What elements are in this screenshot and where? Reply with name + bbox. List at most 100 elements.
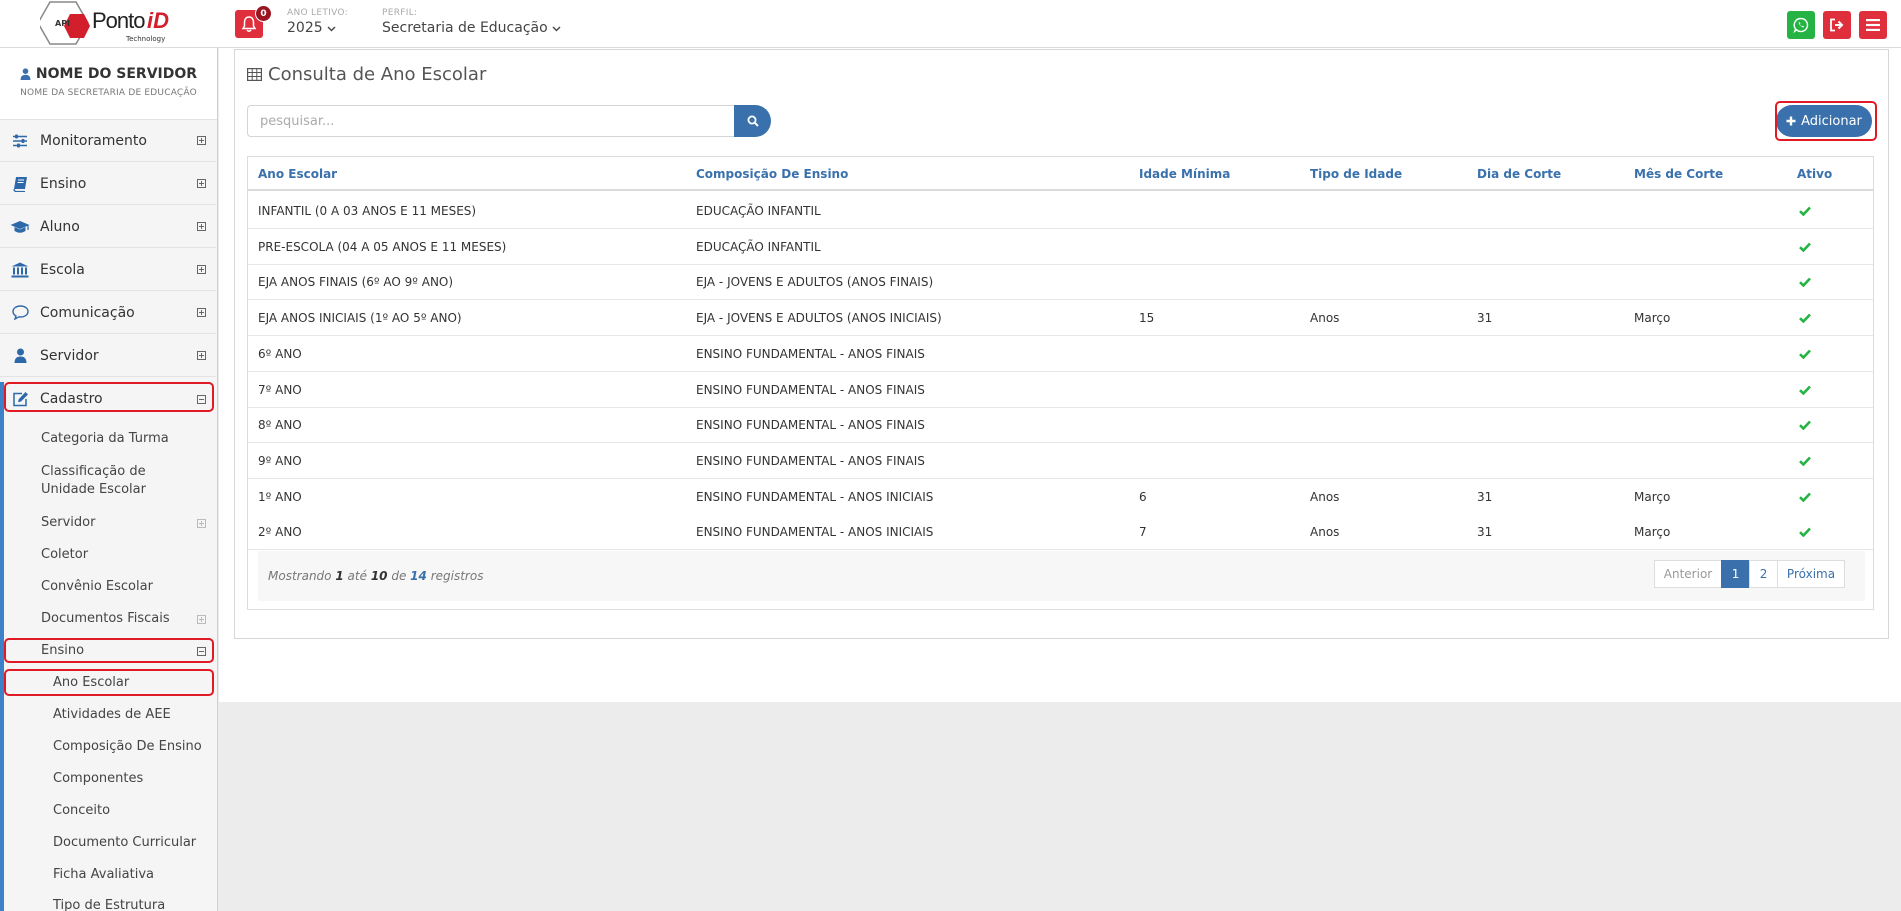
table-row[interactable]: 9º ANO ENSINO FUNDAMENTAL - ANOS FINAIS [248,442,1873,479]
page-title: Consulta de Ano Escolar [247,64,486,85]
search-input[interactable] [247,105,735,137]
sidebar-item-servidor[interactable]: Servidor [0,335,216,377]
sidebar-subitem-label: Ficha Avaliativa [53,867,154,882]
pagination-page-2[interactable]: 2 [1749,560,1778,588]
check-icon [1799,491,1811,506]
table-cell: Março [1634,489,1671,504]
column-header-idade-minima[interactable]: Idade Mínima [1139,167,1230,181]
search-bar [247,105,771,137]
sidebar-subitem-servidor[interactable]: Servidor [0,514,216,532]
table-footer: Mostrando 1 até 10 de 14 registros Anter… [258,551,1865,601]
records-info-prefix: Mostrando [268,569,332,583]
table-cell: Anos [1310,489,1340,504]
check-icon [1799,205,1811,220]
expand-icon [197,179,206,188]
sidebar-subitem-label: Componentes [53,771,144,786]
svg-text:Ponto: Ponto [92,8,145,33]
expand-icon [197,615,206,624]
sidebar-subitem-documento-curricular[interactable]: Documento Curricular [0,834,216,852]
expand-icon [197,519,206,528]
table-cell: 9º ANO [258,453,302,468]
menu-button[interactable] [1859,11,1887,39]
expand-icon [197,136,206,145]
page-title-text: Consulta de Ano Escolar [268,64,487,85]
column-header-ano-escolar[interactable]: Ano Escolar [258,167,337,181]
table-cell: ENSINO FUNDAMENTAL - ANOS INICIAIS [696,489,934,504]
bell-icon [241,15,257,32]
pagination-previous[interactable]: Anterior [1654,560,1722,588]
records-info-to: 10 [370,569,388,583]
sidebar-subitem-ficha-avaliativa[interactable]: Ficha Avaliativa [0,866,216,884]
school-year-selector[interactable]: ANO LETIVO: 2025 [287,8,348,36]
check-icon [1799,276,1811,291]
table-cell: 6º ANO [258,346,302,361]
sidebar-subitem-documentos-fiscais[interactable]: Documentos Fiscais [0,610,216,628]
column-header-ativo[interactable]: Ativo [1797,167,1832,181]
table-cell: Anos [1310,525,1340,540]
sidebar-item-aluno[interactable]: Aluno [0,206,216,248]
book-icon [12,176,27,192]
table-cell: 31 [1477,525,1493,540]
column-header-composicao[interactable]: Composição De Ensino [696,167,848,181]
notifications-button[interactable]: 0 [235,5,272,38]
table-row[interactable]: 8º ANO ENSINO FUNDAMENTAL - ANOS FINAIS [248,407,1873,444]
table-cell: ENSINO FUNDAMENTAL - ANOS FINAIS [696,382,925,397]
table-cell: ENSINO FUNDAMENTAL - ANOS FINAIS [696,346,925,361]
table-cell: PRE-ESCOLA (04 A 05 ANOS E 11 MESES) [258,239,507,254]
sidebar-subitem-coletor[interactable]: Coletor [0,546,216,564]
sidebar-subitem-composicao-de-ensino[interactable]: Composição De Ensino [0,738,216,756]
column-header-tipo-idade[interactable]: Tipo de Idade [1310,167,1402,181]
sidebar-subitem-convenio-escolar[interactable]: Convênio Escolar [0,578,216,596]
pagination-page-1[interactable]: 1 [1721,560,1750,588]
svg-text:API: API [55,19,70,28]
sidebar-subitem-tipo-de-estrutura[interactable]: Tipo de Estrutura [0,897,216,911]
hamburger-icon [1866,19,1880,31]
sidebar-item-comunicacao[interactable]: Comunicação [0,292,216,334]
user-icon [20,68,31,80]
school-year-dropdown[interactable]: 2025 [287,20,348,36]
user-profile: NOME DO SERVIDOR NOME DA SECRETARIA DE E… [0,48,217,120]
profile-dropdown[interactable]: Secretaria de Educação [382,20,561,36]
sidebar-subitem-label: Documento Curricular [53,835,197,850]
sidebar-subitem-categoria-da-turma[interactable]: Categoria da Turma [0,430,216,448]
profile-selector[interactable]: PERFIL: Secretaria de Educação [382,8,561,36]
table-row[interactable]: 2º ANO ENSINO FUNDAMENTAL - ANOS INICIAIS… [248,514,1873,551]
table-row[interactable]: EJA ANOS FINAIS (6º AO 9º ANO) EJA - JOVE… [248,264,1873,301]
whatsapp-button[interactable] [1787,11,1815,39]
records-info-mid: até [347,569,367,583]
sidebar-subitem-atividades-aee[interactable]: Atividades de AEE [0,706,216,724]
table-row[interactable]: 1º ANO ENSINO FUNDAMENTAL - ANOS INICIAIS… [248,479,1873,515]
table-row[interactable]: INFANTIL (0 A 03 ANOS E 11 MESES) EDUCAÇÃ… [248,193,1873,229]
graduation-cap-icon [10,220,30,233]
table-row[interactable]: 7º ANO ENSINO FUNDAMENTAL - ANOS FINAIS [248,371,1873,408]
highlight-ano-escolar [4,669,214,696]
comment-icon [11,305,29,320]
table-row[interactable]: 6º ANO ENSINO FUNDAMENTAL - ANOS FINAIS [248,336,1873,372]
pontoid-logo[interactable]: API Ponto iD Technology [37,0,180,46]
logout-button[interactable] [1823,11,1851,39]
table-header: Ano Escolar Composição De Ensino Idade M… [248,157,1873,191]
column-header-mes-corte[interactable]: Mês de Corte [1634,167,1723,181]
check-icon [1799,455,1811,470]
records-info-of: de [391,569,407,583]
table-cell: 6 [1139,489,1147,504]
sidebar-subitem-componentes[interactable]: Componentes [0,770,216,788]
sidebar-subitem-label: Documentos Fiscais [41,611,170,626]
check-icon [1799,312,1811,327]
table-cell: ENSINO FUNDAMENTAL - ANOS INICIAIS [696,525,934,540]
search-button[interactable] [734,105,771,137]
column-header-dia-corte[interactable]: Dia de Corte [1477,167,1561,181]
sidebar-subitem-conceito[interactable]: Conceito [0,802,216,820]
table-row[interactable]: EJA ANOS INICIAIS (1º AO 5º ANO) EJA - JO… [248,300,1873,337]
table-row[interactable]: PRE-ESCOLA (04 A 05 ANOS E 11 MESES) EDUC… [248,228,1873,265]
table-cell: Março [1634,525,1671,540]
table-cell: EDUCAÇÃO INFANTIL [696,239,821,254]
pagination-next[interactable]: Próxima [1777,560,1845,588]
sidebar-item-monitoramento[interactable]: Monitoramento [0,120,216,162]
sidebar-subitem-classificacao-unidade-escolar[interactable]: Classificação de Unidade Escolar [0,463,216,499]
sidebar-item-label: Comunicação [40,304,135,321]
sidebar-item-ensino[interactable]: Ensino [0,163,216,205]
sidebar-item-escola[interactable]: Escola [0,249,216,291]
table-cell: EJA ANOS INICIAIS (1º AO 5º ANO) [258,311,462,326]
table-cell: 8º ANO [258,418,302,433]
